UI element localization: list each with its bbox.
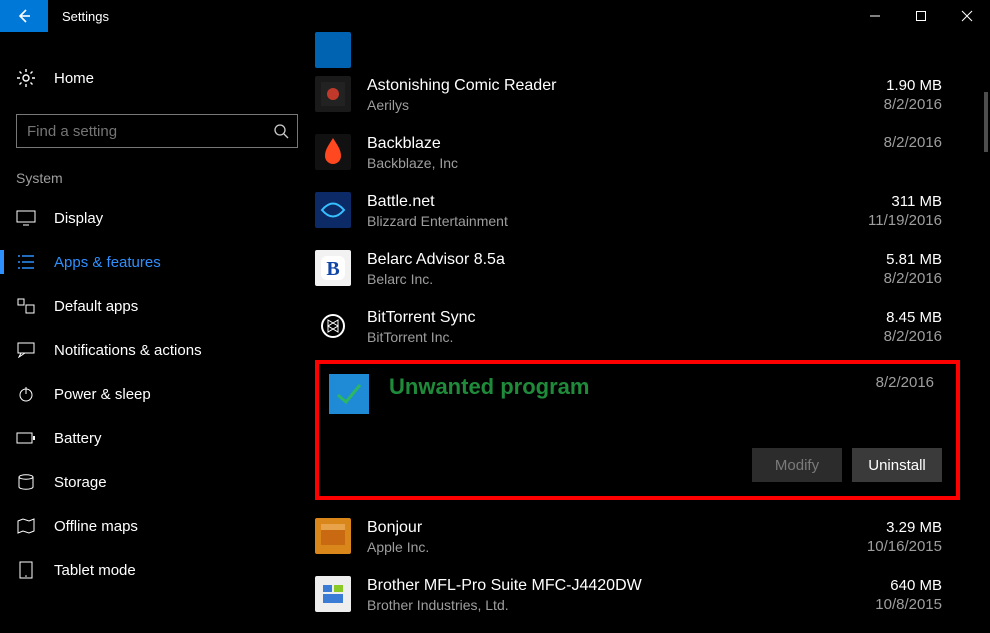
app-name: Battle.net — [367, 192, 860, 212]
app-row[interactable]: Microsoft Corporation — [315, 32, 990, 66]
app-row[interactable]: Brother MFL-Pro Suite MFC-J4420DWBrother… — [315, 566, 990, 624]
map-icon — [16, 516, 36, 536]
app-name: Belarc Advisor 8.5a — [367, 250, 860, 270]
sidebar-item-label: Display — [54, 210, 103, 227]
app-size: 5.81 MB — [860, 250, 942, 270]
app-icon — [315, 192, 351, 228]
sidebar-item-label: Default apps — [54, 298, 138, 315]
app-date: 10/8/2015 — [860, 596, 942, 614]
storage-icon — [16, 472, 36, 492]
apps-list-panel: Microsoft Corporation Astonishing Comic … — [315, 32, 990, 633]
app-name: Astonishing Comic Reader — [367, 76, 860, 96]
sidebar-item-maps[interactable]: Offline maps — [0, 504, 315, 548]
app-date: 8/2/2016 — [860, 270, 942, 288]
sidebar-item-tablet[interactable]: Tablet mode — [0, 548, 315, 592]
sidebar-item-label: Storage — [54, 474, 107, 491]
app-publisher: Blizzard Entertainment — [367, 212, 860, 230]
window-title: Settings — [48, 0, 109, 32]
app-row[interactable]: CalculatorMicrosoft Corporation96.0 KB12… — [315, 624, 990, 633]
app-size: 3.29 MB — [860, 518, 942, 538]
minimize-button[interactable] — [852, 0, 898, 32]
app-icon — [315, 308, 351, 344]
app-date: 10/16/2015 — [860, 538, 942, 556]
sidebar-item-power[interactable]: Power & sleep — [0, 372, 315, 416]
search-input[interactable] — [27, 123, 273, 140]
message-icon — [16, 340, 36, 360]
sidebar-item-battery[interactable]: Battery — [0, 416, 315, 460]
app-icon: B — [315, 250, 351, 286]
app-icon — [329, 374, 369, 414]
modify-button: Modify — [752, 448, 842, 482]
sidebar-item-apps[interactable]: Apps & features — [0, 240, 315, 284]
app-publisher: Belarc Inc. — [367, 270, 860, 288]
app-name: Backblaze — [367, 134, 860, 154]
tablet-icon — [16, 560, 36, 580]
app-row[interactable]: BonjourApple Inc.3.29 MB10/16/2015 — [315, 508, 990, 566]
app-publisher: Brother Industries, Ltd. — [367, 596, 860, 614]
window-titlebar: Settings — [0, 0, 990, 32]
uninstall-button[interactable]: Uninstall — [852, 448, 942, 482]
sidebar-item-label: Power & sleep — [54, 386, 151, 403]
app-name: Unwanted program — [389, 374, 876, 400]
app-date: 8/2/2016 — [860, 328, 942, 346]
app-date: 8/2/2016 — [860, 134, 942, 152]
arrow-left-icon — [16, 8, 32, 24]
search-settings-box[interactable] — [16, 114, 298, 148]
settings-sidebar: Home System Display Apps & features Defa… — [0, 32, 315, 633]
app-size: 311 MB — [860, 192, 942, 212]
app-name: Bonjour — [367, 518, 860, 538]
sidebar-item-label: Notifications & actions — [54, 342, 202, 359]
sidebar-item-display[interactable]: Display — [0, 196, 315, 240]
list-icon — [16, 252, 36, 272]
sidebar-item-default-apps[interactable]: Default apps — [0, 284, 315, 328]
app-name: Brother MFL-Pro Suite MFC-J4420DW — [367, 576, 860, 596]
apps-icon — [16, 296, 36, 316]
sidebar-item-label: Tablet mode — [54, 562, 136, 579]
app-icon — [315, 76, 351, 112]
svg-text:B: B — [326, 258, 339, 280]
app-row[interactable]: Astonishing Comic ReaderAerilys1.90 MB8/… — [315, 66, 990, 124]
selected-app-card: Unwanted program 8/2/2016 Modify Uninsta… — [315, 360, 960, 500]
app-icon — [315, 134, 351, 170]
power-icon — [16, 384, 36, 404]
close-icon — [961, 10, 973, 22]
app-date: 11/19/2016 — [860, 212, 942, 230]
close-button[interactable] — [944, 0, 990, 32]
sidebar-item-notifications[interactable]: Notifications & actions — [0, 328, 315, 372]
app-row[interactable]: B Belarc Advisor 8.5aBelarc Inc.5.81 MB8/… — [315, 240, 990, 298]
app-icon — [315, 576, 351, 612]
battery-icon — [16, 428, 36, 448]
app-row[interactable]: BackblazeBackblaze, Inc8/2/2016 — [315, 124, 990, 182]
app-row[interactable]: BitTorrent SyncBitTorrent Inc.8.45 MB8/2… — [315, 298, 990, 356]
minimize-icon — [869, 10, 881, 22]
maximize-icon — [915, 10, 927, 22]
search-icon — [273, 123, 289, 139]
app-row[interactable]: Battle.netBlizzard Entertainment311 MB11… — [315, 182, 990, 240]
app-size: 1.90 MB — [860, 76, 942, 96]
maximize-button[interactable] — [898, 0, 944, 32]
app-size: 8.45 MB — [860, 308, 942, 328]
checkmark-icon — [335, 380, 363, 408]
scrollbar-thumb[interactable] — [984, 92, 988, 152]
app-publisher: Apple Inc. — [367, 538, 860, 556]
section-header: System — [0, 166, 315, 196]
back-button[interactable] — [0, 0, 48, 32]
app-publisher: Aerilys — [367, 96, 860, 114]
monitor-icon — [16, 208, 36, 228]
app-icon — [315, 518, 351, 554]
app-publisher: BitTorrent Inc. — [367, 328, 860, 346]
app-date: 8/2/2016 — [876, 374, 942, 391]
sidebar-item-label: Apps & features — [54, 254, 161, 271]
app-publisher: Backblaze, Inc — [367, 154, 860, 172]
home-button[interactable]: Home — [0, 56, 315, 100]
sidebar-item-storage[interactable]: Storage — [0, 460, 315, 504]
app-icon — [315, 32, 351, 68]
sidebar-item-label: Battery — [54, 430, 102, 447]
sidebar-item-label: Offline maps — [54, 518, 138, 535]
home-label: Home — [54, 70, 94, 87]
gear-icon — [16, 68, 36, 88]
app-name: BitTorrent Sync — [367, 308, 860, 328]
app-size: 640 MB — [860, 576, 942, 596]
app-date: 8/2/2016 — [860, 96, 942, 114]
